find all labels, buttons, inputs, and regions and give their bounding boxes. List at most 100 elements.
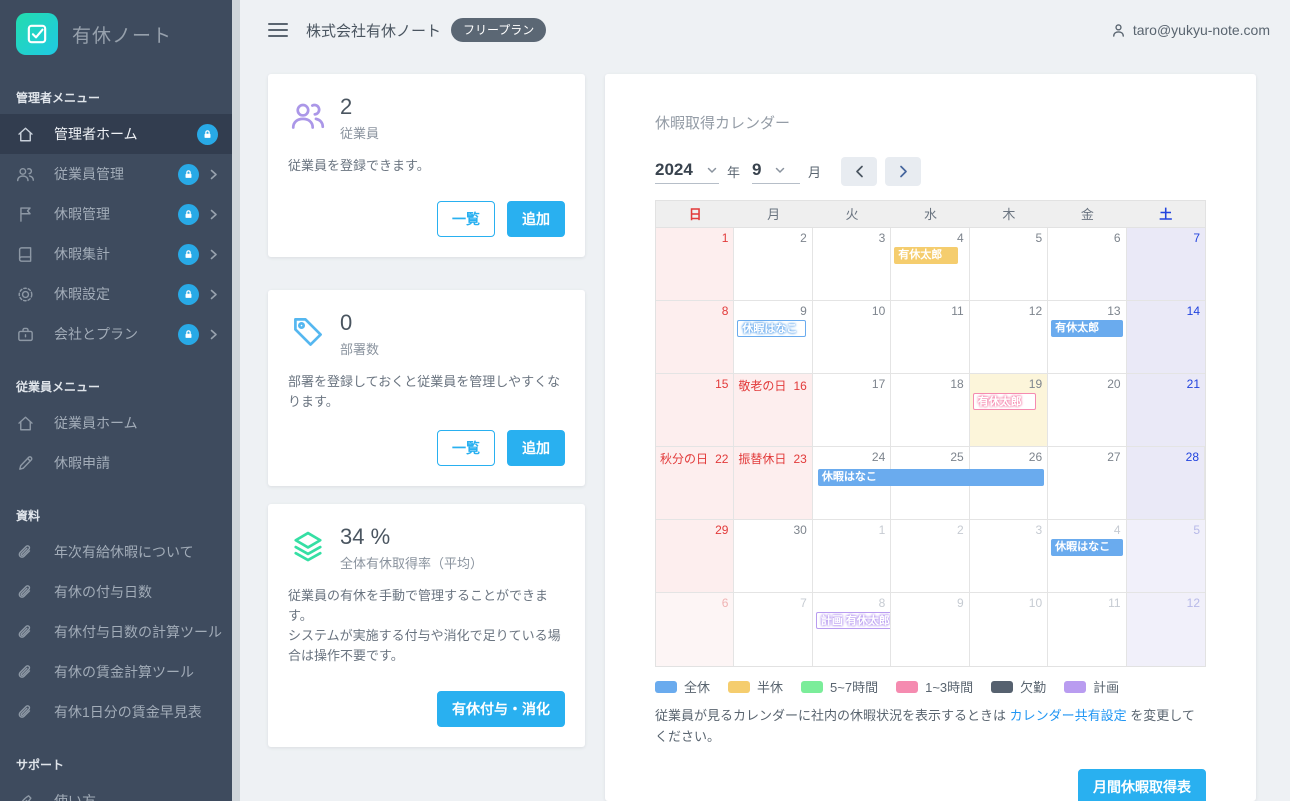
sidebar-item[interactable]: 管理者ホーム	[0, 114, 232, 154]
calendar-day-cell[interactable]: 20	[1048, 374, 1126, 447]
calendar-day-cell[interactable]: 29	[656, 520, 734, 593]
calendar-day-cell[interactable]: 7	[1127, 228, 1205, 301]
calendar-day-cell[interactable]: 30	[734, 520, 812, 593]
stat-value: 0	[340, 310, 379, 336]
leave-event-badge[interactable]: 休暇はなこ	[737, 320, 805, 337]
year-select[interactable]: 2024	[655, 160, 719, 184]
calendar-day-cell[interactable]: 11	[1048, 593, 1126, 666]
calendar-day-cell[interactable]: 18	[891, 374, 969, 447]
day-number: 26	[1029, 450, 1042, 464]
sidebar-item[interactable]: 休暇管理	[0, 194, 232, 234]
sidebar-item-label: 有休の付与日数	[54, 582, 218, 602]
calendar-day-cell[interactable]: 9	[891, 593, 969, 666]
leave-event-badge[interactable]: 有休太郎	[894, 247, 957, 264]
calendar-day-cell[interactable]: 6	[656, 593, 734, 666]
day-number: 18	[950, 377, 963, 391]
leave-event-badge[interactable]: 有休太郎	[1051, 320, 1122, 337]
calendar-day-cell[interactable]: 3	[970, 520, 1048, 593]
stat-card: 34 %全体有休取得率（平均）従業員の有休を手動で管理することができます。システ…	[268, 504, 585, 747]
stat-label: 部署数	[340, 339, 379, 358]
hamburger-menu-icon[interactable]	[268, 23, 288, 37]
sidebar-item[interactable]: 従業員ホーム	[0, 403, 232, 443]
next-month-button[interactable]	[885, 157, 921, 186]
calendar-day-cell[interactable]: 21	[1127, 374, 1205, 447]
sidebar-item[interactable]: 休暇設定	[0, 274, 232, 314]
day-number: 9	[800, 304, 807, 318]
sidebar-item[interactable]: 会社とプラン	[0, 314, 232, 354]
leave-event-badge[interactable]: 休暇はなこ	[1051, 539, 1122, 556]
calendar-day-cell[interactable]: 10	[813, 301, 891, 374]
calendar-day-cell[interactable]: 17	[813, 374, 891, 447]
calendar-day-cell[interactable]: 27	[1048, 447, 1126, 520]
sidebar-item[interactable]: 休暇集計	[0, 234, 232, 274]
calendar-day-cell[interactable]: 秋分の日22	[656, 447, 734, 520]
home-icon	[16, 124, 36, 144]
calendar-day-cell[interactable]: 10	[970, 593, 1048, 666]
calendar-day-cell[interactable]: 12	[1127, 593, 1205, 666]
sidebar-item[interactable]: 使い方	[0, 781, 232, 801]
legend-swatch	[801, 681, 823, 693]
calendar-day-cell[interactable]: 15	[656, 374, 734, 447]
sidebar-item[interactable]: 有休の賃金計算ツール	[0, 652, 232, 692]
calendar-day-cell[interactable]: 1	[813, 520, 891, 593]
sidebar-item[interactable]: 年次有給休暇について	[0, 532, 232, 572]
list-button[interactable]: 一覧	[437, 201, 495, 237]
leave-event-badge-multiday[interactable]: 休暇はなこ	[818, 469, 1044, 486]
calendar-share-settings-link[interactable]: カレンダー共有設定	[1010, 708, 1127, 723]
calendar-day-cell[interactable]: 9 休暇はなこ	[734, 301, 812, 374]
calendar-day-cell[interactable]: 敬老の日16	[734, 374, 812, 447]
sidebar-item[interactable]: 有休付与日数の計算ツール	[0, 612, 232, 652]
stat-card: 0部署数部署を登録しておくと従業員を管理しやすくなります。一覧追加	[268, 290, 585, 486]
month-value: 9	[752, 160, 761, 180]
calendar-day-cell[interactable]: 28	[1127, 447, 1205, 520]
monthly-leave-report-button[interactable]: 月間休暇取得表	[1078, 769, 1206, 801]
add-button[interactable]: 追加	[507, 430, 565, 466]
calendar-day-cell[interactable]: 8計画 有休太郎	[813, 593, 891, 666]
calendar-day-cell[interactable]: 11	[891, 301, 969, 374]
prev-month-button[interactable]	[841, 157, 877, 186]
calendar-day-cell[interactable]: 1	[656, 228, 734, 301]
day-number: 5	[1193, 523, 1200, 537]
calendar-day-cell[interactable]: 8	[656, 301, 734, 374]
chevron-right-icon	[209, 209, 218, 220]
month-select[interactable]: 9	[752, 160, 800, 184]
sidebar-item-label: 会社とプラン	[54, 324, 178, 344]
sidebar-item-label: 有休付与日数の計算ツール	[54, 622, 222, 642]
day-number: 25	[950, 450, 963, 464]
calendar-day-cell[interactable]: 6	[1048, 228, 1126, 301]
day-number: 2	[800, 231, 807, 245]
calendar-day-cell[interactable]: 7	[734, 593, 812, 666]
user-account[interactable]: taro@yukyu-note.com	[1110, 22, 1270, 39]
day-number: 9	[957, 596, 964, 610]
add-button[interactable]: 追加	[507, 201, 565, 237]
sidebar-item[interactable]: 有休1日分の賃金早見表	[0, 692, 232, 732]
calendar-day-cell[interactable]: 2	[734, 228, 812, 301]
sidebar-section-label: 管理者メニュー	[0, 89, 232, 106]
calendar-day-cell[interactable]: 5	[1127, 520, 1205, 593]
calendar-day-cell[interactable]: 12	[970, 301, 1048, 374]
calendar-day-cell[interactable]: 2	[891, 520, 969, 593]
calendar-day-cell[interactable]: 5	[970, 228, 1048, 301]
sidebar-scrollbar[interactable]	[232, 0, 240, 801]
leave-event-badge[interactable]: 有休太郎	[973, 393, 1036, 410]
calendar-controls: 2024 年 9 月	[655, 157, 1206, 186]
day-number: 8	[722, 304, 729, 318]
sidebar-item[interactable]: 従業員管理	[0, 154, 232, 194]
app-logo[interactable]: 有休ノート	[0, 0, 232, 65]
calendar-day-cell[interactable]: 13有休太郎	[1048, 301, 1126, 374]
calendar-day-cell[interactable]: 19有休太郎	[970, 374, 1048, 447]
grant-consume-button[interactable]: 有休付与・消化	[437, 691, 565, 727]
calendar-day-cell[interactable]: 3	[813, 228, 891, 301]
calendar-day-cell[interactable]: 振替休日23	[734, 447, 812, 520]
holiday-label: 振替休日	[738, 450, 786, 467]
leave-event-badge[interactable]: 計画 有休太郎	[816, 612, 891, 629]
app-logo-icon	[16, 13, 58, 55]
calendar-day-cell[interactable]: 4休暇はなこ	[1048, 520, 1126, 593]
list-button[interactable]: 一覧	[437, 430, 495, 466]
day-number: 6	[722, 596, 729, 610]
calendar-day-cell[interactable]: 4有休太郎	[891, 228, 969, 301]
calendar-day-cell[interactable]: 14	[1127, 301, 1205, 374]
sidebar-item[interactable]: 休暇申請	[0, 443, 232, 483]
sidebar-item[interactable]: 有休の付与日数	[0, 572, 232, 612]
sidebar: 有休ノート 管理者メニュー管理者ホーム従業員管理休暇管理休暇集計休暇設定会社とプ…	[0, 0, 232, 801]
